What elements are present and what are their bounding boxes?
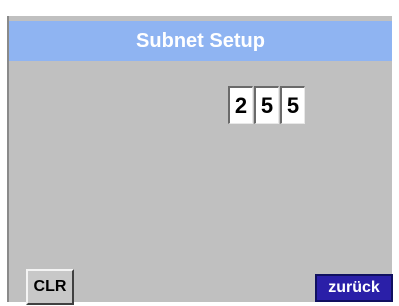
subnet-digit-3[interactable]: 5 <box>280 86 305 124</box>
clear-button[interactable]: CLR <box>26 269 74 305</box>
subnet-digit-1[interactable]: 2 <box>228 86 253 124</box>
back-button[interactable]: zurück <box>315 274 393 302</box>
device-screen: Subnet Setup 2 5 5 CLR zurück <box>0 0 399 306</box>
subnet-setup-panel: Subnet Setup 2 5 5 CLR zurück <box>7 16 393 305</box>
page-title: Subnet Setup <box>9 21 392 61</box>
subnet-digit-2[interactable]: 5 <box>254 86 279 124</box>
